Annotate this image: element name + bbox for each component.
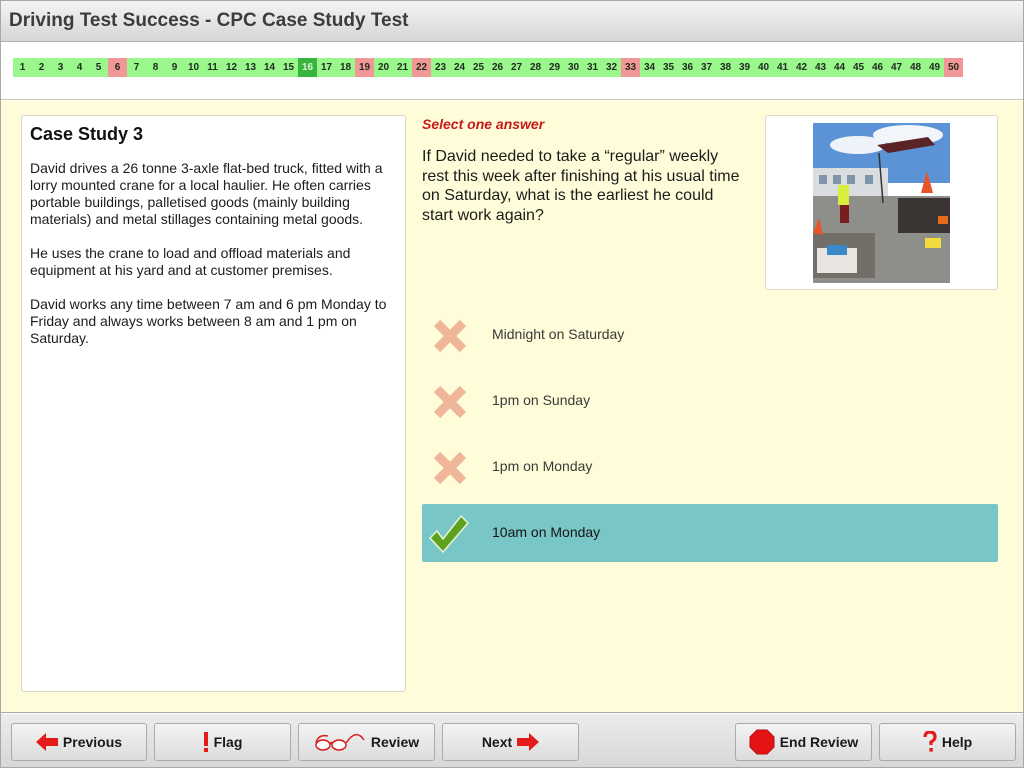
answer-label: Midnight on Saturday — [492, 326, 625, 342]
question-number-1[interactable]: 1 — [13, 58, 32, 77]
question-number-6[interactable]: 6 — [108, 58, 127, 77]
case-study-title: Case Study 3 — [30, 124, 144, 144]
question-number-33[interactable]: 33 — [621, 58, 640, 77]
next-label: Next — [481, 734, 513, 750]
question-number-34[interactable]: 34 — [640, 58, 659, 77]
arrow-left-icon — [35, 733, 58, 751]
question-number-38[interactable]: 38 — [716, 58, 735, 77]
question-number-42[interactable]: 42 — [792, 58, 811, 77]
question-number-48[interactable]: 48 — [906, 58, 925, 77]
question-number-2[interactable]: 2 — [32, 58, 51, 77]
question-number-20[interactable]: 20 — [374, 58, 393, 77]
stop-sign-icon — [749, 729, 775, 755]
question-number-12[interactable]: 12 — [222, 58, 241, 77]
answer-option[interactable]: 1pm on Monday — [422, 438, 998, 496]
question-number-45[interactable]: 45 — [849, 58, 868, 77]
question-number-4[interactable]: 4 — [70, 58, 89, 77]
question-mark-icon — [923, 731, 937, 752]
title-bar: Driving Test Success - CPC Case Study Te… — [1, 1, 1023, 42]
question-number-13[interactable]: 13 — [241, 58, 260, 77]
question-number-37[interactable]: 37 — [697, 58, 716, 77]
glasses-icon — [315, 734, 365, 751]
end-review-button[interactable]: End Review — [735, 723, 872, 761]
flag-button[interactable]: Flag — [154, 723, 291, 761]
question-number-32[interactable]: 32 — [602, 58, 621, 77]
question-number-30[interactable]: 30 — [564, 58, 583, 77]
footer-toolbar: Previous Flag Review Next End Review Hel… — [1, 714, 1023, 767]
question-number-39[interactable]: 39 — [735, 58, 754, 77]
question-image — [813, 123, 950, 283]
question-number-16[interactable]: 16 — [298, 58, 317, 77]
question-number-18[interactable]: 18 — [336, 58, 355, 77]
flag-label: Flag — [213, 734, 243, 750]
answer-option[interactable]: 10am on Monday — [422, 504, 998, 562]
case-study-paragraph: He uses the crane to load and offload ma… — [30, 245, 351, 278]
cross-icon — [432, 318, 468, 354]
answer-label: 1pm on Monday — [492, 458, 593, 474]
question-number-46[interactable]: 46 — [868, 58, 887, 77]
question-number-44[interactable]: 44 — [830, 58, 849, 77]
previous-label: Previous — [62, 734, 123, 750]
question-number-28[interactable]: 28 — [526, 58, 545, 77]
answer-label: 1pm on Sunday — [492, 392, 591, 408]
question-number-50[interactable]: 50 — [944, 58, 963, 77]
cross-icon — [432, 384, 468, 420]
answer-label: 10am on Monday — [492, 524, 601, 540]
review-button[interactable]: Review — [298, 723, 435, 761]
question-number-3[interactable]: 3 — [51, 58, 70, 77]
answer-option[interactable]: Midnight on Saturday — [422, 306, 998, 364]
question-number-24[interactable]: 24 — [450, 58, 469, 77]
question-number-10[interactable]: 10 — [184, 58, 203, 77]
main-content: Case Study 3 David drives a 26 tonne 3-a… — [1, 101, 1023, 713]
app-window: Driving Test Success - CPC Case Study Te… — [0, 0, 1024, 768]
previous-button[interactable]: Previous — [11, 723, 147, 761]
question-number-9[interactable]: 9 — [165, 58, 184, 77]
question-number-5[interactable]: 5 — [89, 58, 108, 77]
question-number-29[interactable]: 29 — [545, 58, 564, 77]
case-study-paragraph: David drives a 26 tonne 3-axle flat-bed … — [30, 160, 383, 227]
question-number-26[interactable]: 26 — [488, 58, 507, 77]
help-label: Help — [941, 734, 973, 750]
question-number-14[interactable]: 14 — [260, 58, 279, 77]
answer-option[interactable]: 1pm on Sunday — [422, 372, 998, 430]
question-number-22[interactable]: 22 — [412, 58, 431, 77]
exclamation-icon — [203, 732, 208, 752]
cross-icon — [432, 450, 468, 486]
question-number-43[interactable]: 43 — [811, 58, 830, 77]
question-number-11[interactable]: 11 — [203, 58, 222, 77]
question-number-21[interactable]: 21 — [393, 58, 412, 77]
case-study-paragraph: David works any time between 7 am and 6 … — [30, 296, 387, 346]
question-number-41[interactable]: 41 — [773, 58, 792, 77]
question-number-23[interactable]: 23 — [431, 58, 450, 77]
question-number-49[interactable]: 49 — [925, 58, 944, 77]
question-image-frame — [765, 115, 998, 290]
arrow-right-icon — [517, 733, 540, 751]
question-number-strip: 1 2 3 4 5 6 7 8 9 10 11 12 13 14 15 16 17 18 19 20 21 22 23 24 2… — [13, 58, 963, 77]
question-text: If David needed to take a “regular” week… — [422, 148, 740, 224]
question-number-36[interactable]: 36 — [678, 58, 697, 77]
question-number-15[interactable]: 15 — [279, 58, 298, 77]
case-study-panel: Case Study 3 David drives a 26 tonne 3-a… — [21, 115, 406, 692]
question-number-17[interactable]: 17 — [317, 58, 336, 77]
end-review-label: End Review — [779, 734, 859, 750]
question-number-25[interactable]: 25 — [469, 58, 488, 77]
question-number-27[interactable]: 27 — [507, 58, 526, 77]
question-number-31[interactable]: 31 — [583, 58, 602, 77]
question-number-35[interactable]: 35 — [659, 58, 678, 77]
question-number-19[interactable]: 19 — [355, 58, 374, 77]
question-number-40[interactable]: 40 — [754, 58, 773, 77]
next-button[interactable]: Next — [442, 723, 579, 761]
question-number-7[interactable]: 7 — [127, 58, 146, 77]
question-number-8[interactable]: 8 — [146, 58, 165, 77]
answer-list: Midnight on Saturday 1pm on Sunday 1pm on … — [422, 306, 998, 570]
window-title: Driving Test Success - CPC Case Study Te… — [9, 10, 409, 31]
help-button[interactable]: Help — [879, 723, 1016, 761]
review-label: Review — [370, 734, 420, 750]
answer-instruction: Select one answer — [422, 116, 545, 132]
check-icon — [428, 514, 470, 554]
question-navigator: 1 2 3 4 5 6 7 8 9 10 11 12 13 14 15 16 17 18 19 20 21 22 23 24 2… — [1, 42, 1023, 100]
question-number-47[interactable]: 47 — [887, 58, 906, 77]
